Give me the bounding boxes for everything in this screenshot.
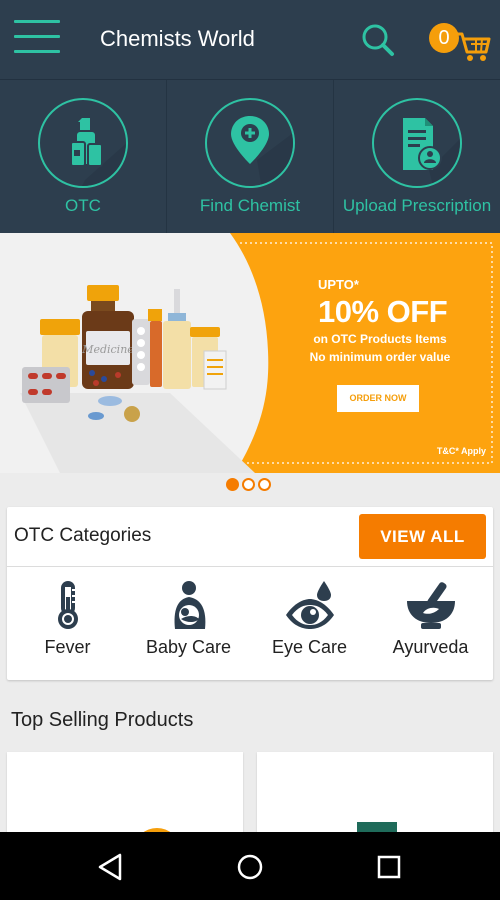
prescription-upload-icon <box>372 98 462 188</box>
divider <box>7 566 493 567</box>
map-pin-icon <box>205 98 295 188</box>
back-icon[interactable] <box>94 850 128 884</box>
app-bar: Chemists World 0 <box>0 0 500 80</box>
eye-drop-icon <box>285 581 334 629</box>
view-all-button[interactable]: VIEW ALL <box>359 514 486 559</box>
category-label: Eye Care <box>271 637 348 657</box>
promo-upto: UPTO* <box>318 277 359 292</box>
top-selling-title: Top Selling Products <box>11 709 194 731</box>
order-now-button[interactable]: ORDER NOW <box>337 385 419 412</box>
product-card[interactable] <box>257 752 493 842</box>
promo-offer: 10% OFF <box>318 294 448 329</box>
mother-baby-icon <box>174 581 205 629</box>
home-icon[interactable] <box>233 850 267 884</box>
category-label: Fever <box>44 637 91 657</box>
system-nav-bar <box>0 832 500 900</box>
carousel-dot[interactable] <box>258 478 271 491</box>
cart-count-badge: 0 <box>429 23 459 53</box>
quick-action-label: OTC <box>65 196 101 215</box>
app-title: Chemists World <box>100 26 255 51</box>
cart-button[interactable]: 0 <box>426 20 492 64</box>
otc-categories-card: OTC Categories VIEW ALL Fever Baby Care <box>7 507 493 680</box>
otc-categories-title: OTC Categories <box>14 525 152 546</box>
category-eye-care[interactable]: Eye Care <box>249 579 370 658</box>
carousel-indicator <box>226 478 271 491</box>
category-baby-care[interactable]: Baby Care <box>128 579 249 658</box>
bottle-label: Medicine <box>81 343 134 356</box>
carousel-dot[interactable] <box>226 478 239 491</box>
promo-banner[interactable]: Medicine UPTO* 10% OFF on OTC Products I… <box>0 233 500 473</box>
search-icon[interactable] <box>358 20 398 60</box>
quick-action-otc[interactable]: OTC <box>0 80 167 233</box>
product-image <box>136 828 178 842</box>
carousel-dot[interactable] <box>242 478 255 491</box>
product-card[interactable] <box>7 752 243 842</box>
quick-action-label: Upload Prescription <box>342 196 492 215</box>
mortar-pestle-icon <box>406 582 455 629</box>
promo-text: UPTO* 10% OFF on OTC Products Items No m… <box>300 277 460 364</box>
quick-action-find-chemist[interactable]: Find Chemist <box>167 80 334 233</box>
quick-action-label: Find Chemist <box>199 196 301 215</box>
promo-line-2: No minimum order value <box>309 350 451 364</box>
quick-actions: OTC Find Chemist Upload Prescription <box>0 80 500 233</box>
terms-label: T&C* Apply <box>436 446 486 456</box>
otc-bottles-icon <box>38 98 128 188</box>
category-label: Ayurveda <box>392 637 469 657</box>
promo-line-1: on OTC Products Items <box>313 332 447 346</box>
category-ayurveda[interactable]: Ayurveda <box>370 579 491 658</box>
product-image <box>357 822 397 842</box>
category-fever[interactable]: Fever <box>7 579 128 658</box>
quick-action-upload-prescription[interactable]: Upload Prescription <box>334 80 500 233</box>
menu-icon[interactable] <box>14 20 62 60</box>
category-label: Baby Care <box>145 637 232 657</box>
thermometer-icon <box>57 581 78 629</box>
recent-apps-icon[interactable] <box>372 850 406 884</box>
